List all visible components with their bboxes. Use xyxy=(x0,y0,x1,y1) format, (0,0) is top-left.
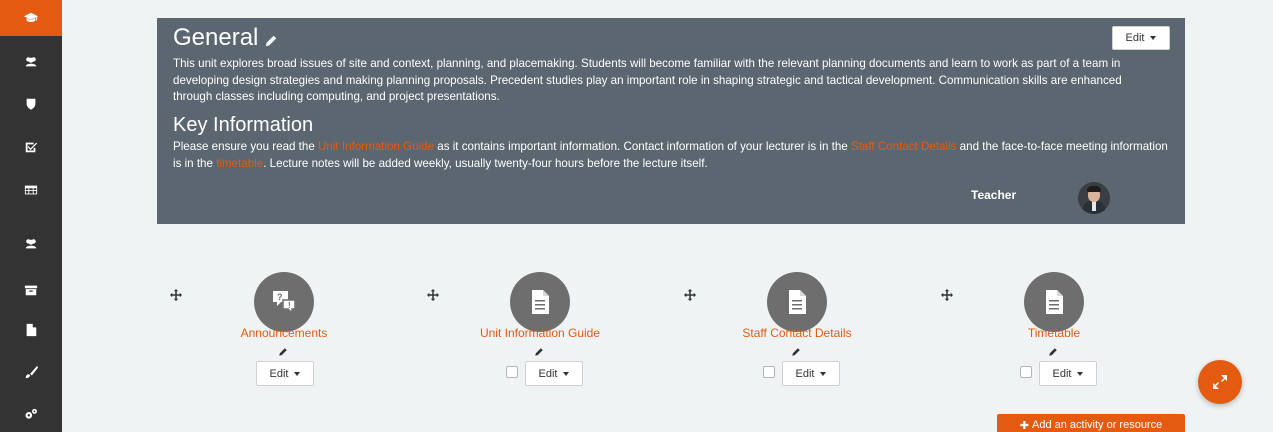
graduation-cap-icon xyxy=(24,12,38,22)
sidebar-item-archive[interactable] xyxy=(0,272,62,308)
add-activity-label: Add an activity or resource xyxy=(1031,419,1163,431)
pencil-icon[interactable] xyxy=(1048,344,1058,356)
section-summary: General Edit This unit explores broad is… xyxy=(157,18,1185,224)
activity-edit-button[interactable]: Edit xyxy=(256,361,314,386)
sidebar-item-competencies[interactable] xyxy=(0,129,62,165)
sidebar-item-appearance[interactable] xyxy=(0,354,62,390)
key-text-part: . Lecture notes will be added weekly, us… xyxy=(263,156,708,170)
activity-edit-button[interactable]: Edit xyxy=(525,361,583,386)
file-icon[interactable] xyxy=(1024,272,1084,332)
edit-button-label: Edit xyxy=(1052,367,1072,380)
teacher-label: Teacher xyxy=(971,188,1017,202)
activity-timetable: Timetable Edit xyxy=(941,272,1121,392)
plus-icon: ✚ xyxy=(1019,419,1029,432)
completion-checkbox[interactable] xyxy=(506,366,518,378)
move-icon[interactable] xyxy=(684,288,696,301)
completion-checkbox[interactable] xyxy=(1020,366,1032,378)
edit-button-label: Edit xyxy=(795,367,815,380)
expand-button[interactable] xyxy=(1198,360,1242,404)
caret-down-icon xyxy=(1150,36,1157,40)
activity-edit-button[interactable]: Edit xyxy=(782,361,840,386)
activity-link[interactable]: Announcements xyxy=(194,326,374,340)
file-icon xyxy=(26,323,37,337)
pencil-icon[interactable] xyxy=(791,344,801,356)
move-icon[interactable] xyxy=(427,288,439,301)
paint-brush-icon xyxy=(25,365,38,379)
sidebar xyxy=(0,0,62,432)
timetable-link[interactable]: timetable xyxy=(216,157,263,170)
caret-down-icon xyxy=(294,371,301,376)
shield-icon xyxy=(26,98,36,110)
section-edit-button[interactable]: Edit xyxy=(1112,26,1170,50)
section-summary-text: This unit explores broad issues of site … xyxy=(173,57,1122,103)
sidebar-item-participants[interactable] xyxy=(0,44,62,80)
move-icon[interactable] xyxy=(941,288,953,301)
sidebar-item-groups[interactable] xyxy=(0,226,62,262)
pencil-icon[interactable] xyxy=(534,344,544,356)
sidebar-item-admin[interactable] xyxy=(0,396,62,432)
edit-button-label: Edit xyxy=(1125,32,1145,44)
activity-unit-information-guide: Unit Information Guide Edit xyxy=(427,272,607,392)
activity-link[interactable]: Timetable xyxy=(964,326,1144,340)
sidebar-item-courses[interactable] xyxy=(0,0,62,36)
users-icon xyxy=(25,239,37,249)
pencil-icon[interactable] xyxy=(264,34,278,48)
activity-link[interactable]: Staff Contact Details xyxy=(707,326,887,340)
table-icon xyxy=(24,185,38,195)
key-text-part: as it contains important information. Co… xyxy=(434,140,851,153)
pencil-icon[interactable] xyxy=(278,344,288,356)
activity-announcements: ?! Announcements Edit xyxy=(170,272,350,392)
section-title: General xyxy=(173,24,278,52)
add-activity-button[interactable]: ✚ Add an activity or resource xyxy=(997,414,1185,432)
move-icon[interactable] xyxy=(170,288,182,301)
key-information-text: Please ensure you read the Unit Informat… xyxy=(173,139,1173,172)
caret-down-icon xyxy=(820,371,827,376)
sidebar-item-files[interactable] xyxy=(0,312,62,348)
forum-icon[interactable]: ?! xyxy=(254,272,314,332)
sidebar-item-grades[interactable] xyxy=(0,172,62,208)
caret-down-icon xyxy=(563,371,570,376)
section-title-text: General xyxy=(173,24,259,51)
cogs-icon xyxy=(25,408,37,419)
file-icon[interactable] xyxy=(767,272,827,332)
users-icon xyxy=(25,57,37,67)
check-square-icon xyxy=(25,142,38,153)
completion-checkbox[interactable] xyxy=(763,366,775,378)
archive-icon xyxy=(24,285,38,296)
key-text-part: Please ensure you read the xyxy=(173,140,319,153)
caret-down-icon xyxy=(1077,371,1084,376)
key-information-heading: Key Information xyxy=(173,114,314,136)
edit-button-label: Edit xyxy=(269,367,289,380)
activity-staff-contact-details: Staff Contact Details Edit xyxy=(684,272,864,392)
edit-button-label: Edit xyxy=(538,367,558,380)
expand-icon xyxy=(1213,375,1227,389)
activity-link[interactable]: Unit Information Guide xyxy=(450,326,630,340)
activity-edit-button[interactable]: Edit xyxy=(1039,361,1097,386)
staff-contact-details-link[interactable]: Staff Contact Details xyxy=(851,140,956,153)
sidebar-item-badges[interactable] xyxy=(0,86,62,122)
unit-information-guide-link[interactable]: Unit Information Guide xyxy=(318,140,434,153)
file-icon[interactable] xyxy=(510,272,570,332)
svg-text:!: ! xyxy=(288,301,291,310)
teacher-avatar[interactable] xyxy=(1078,182,1110,214)
svg-text:?: ? xyxy=(277,292,283,302)
